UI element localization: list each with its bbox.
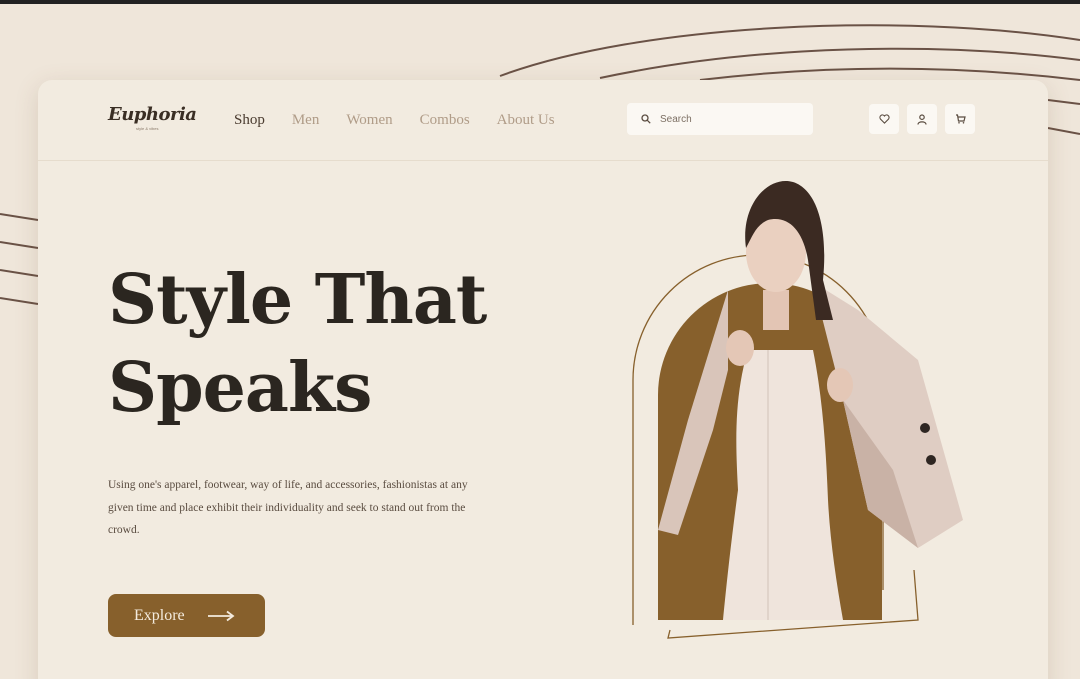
model-photo (632, 180, 963, 639)
hero-title-line-2: Speaks (108, 348, 372, 428)
top-navbar: Euphoria style & vibes Shop Men Women Co… (38, 80, 1048, 161)
user-icon (917, 113, 927, 125)
search-icon (641, 114, 651, 124)
account-button[interactable] (907, 104, 937, 134)
cart-button[interactable] (945, 104, 975, 134)
nav-item-men[interactable]: Men (292, 112, 320, 129)
nav-item-about-us[interactable]: About Us (497, 112, 555, 129)
nav-item-combos[interactable]: Combos (420, 112, 470, 129)
hero-description: Using one's apparel, footwear, way of li… (108, 479, 468, 536)
search-box[interactable] (627, 103, 813, 135)
landing-card: Euphoria style & vibes Shop Men Women Co… (38, 80, 1048, 679)
nav-menu: Shop Men Women Combos About Us (234, 112, 555, 129)
explore-button[interactable]: Explore (108, 594, 265, 637)
explore-button-label: Explore (134, 606, 185, 624)
nav-item-shop[interactable]: Shop (234, 112, 265, 129)
arrow-right-icon (207, 610, 235, 621)
hero-title: Style That Speaks (108, 256, 487, 432)
page-background: Euphoria style & vibes Shop Men Women Co… (0, 4, 1080, 679)
wishlist-button[interactable] (869, 104, 899, 134)
cart-icon (955, 114, 966, 124)
hero-title-line-1: Style That (108, 260, 487, 340)
brand-tagline: style & vibes (136, 126, 159, 131)
heart-icon (878, 114, 890, 124)
nav-item-women[interactable]: Women (346, 112, 392, 129)
search-input[interactable] (658, 112, 802, 126)
brand-logo[interactable]: Euphoria (108, 104, 197, 125)
